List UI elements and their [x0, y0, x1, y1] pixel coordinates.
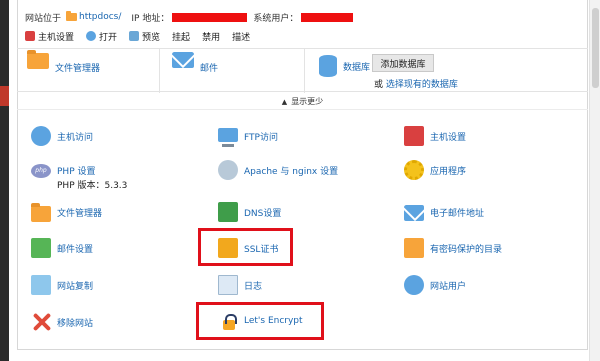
- database-icon: [319, 55, 337, 77]
- item-label: 应用程序: [430, 167, 467, 177]
- website-panel: 网站位于 httpdocs/ IP 地址： 系统用户： 主机设置 打开 预览 挂…: [17, 0, 600, 361]
- php-version: PHP 版本：5.3.3: [57, 181, 128, 191]
- toolbar-item-label: 打开: [99, 32, 118, 43]
- website-copy-icon: [31, 275, 51, 295]
- quick-tiles: 文件管理器 邮件 数据库 添加数据库 或 选择现有的数据库: [17, 48, 588, 93]
- password-protected-folder-icon: [404, 238, 424, 258]
- item-label: Apache 与 nginx 设置: [244, 167, 339, 177]
- show-less-toggle[interactable]: ▲ 显示更少: [17, 94, 588, 110]
- toolbar-item-label: 挂起: [172, 32, 191, 43]
- toolbar-disable[interactable]: 禁用: [202, 30, 220, 43]
- highlight-lets-encrypt: [196, 302, 324, 340]
- toolbar-preview[interactable]: 预览: [129, 30, 160, 43]
- toolbar-item-label: 主机设置: [38, 32, 75, 43]
- item-label: 电子邮件地址: [430, 209, 485, 219]
- item-label: 网站复制: [57, 282, 94, 292]
- email-address-icon: [404, 205, 424, 221]
- sidebar-active-marker: [0, 86, 9, 106]
- folder-icon: [27, 50, 49, 69]
- show-less-label: 显示更少: [291, 97, 324, 106]
- toolbar-item-label: 描述: [232, 32, 251, 43]
- or-text: 或: [374, 80, 384, 90]
- select-existing-database: 或 选择现有的数据库: [374, 77, 458, 90]
- folder-icon: [66, 11, 78, 21]
- item-label: 主机设置: [430, 133, 467, 143]
- system-user-label: 系统用户：: [253, 13, 299, 24]
- tile-mail[interactable]: 邮件: [160, 49, 305, 93]
- hosting-settings-icon: [25, 31, 35, 41]
- mail-icon: [172, 52, 194, 68]
- toolbar-description[interactable]: 描述: [232, 30, 250, 43]
- vertical-scrollbar[interactable]: [589, 0, 600, 361]
- item-label: 移除网站: [57, 319, 94, 329]
- site-location-label: 网站位于: [25, 13, 62, 24]
- item-label: FTP访问: [244, 133, 278, 143]
- site-info-header: 网站位于 httpdocs/ IP 地址： 系统用户：: [25, 10, 359, 24]
- select-existing-database-link[interactable]: 选择现有的数据库: [386, 80, 458, 90]
- toolbar-open[interactable]: 打开: [86, 30, 117, 43]
- ip-redaction: [172, 12, 248, 22]
- mail-settings-icon: [31, 238, 51, 258]
- folder-icon: [31, 203, 51, 222]
- item-label: 邮件设置: [57, 245, 94, 255]
- ip-label: IP 地址：: [131, 13, 170, 24]
- web-users-icon: [404, 275, 424, 295]
- item-label: DNS设置: [244, 209, 282, 219]
- ftp-access-icon: [218, 128, 238, 147]
- php-icon: php: [31, 164, 51, 178]
- caret-up-icon: ▲: [281, 97, 288, 106]
- tile-label: 数据库: [343, 63, 371, 73]
- applications-gear-icon: [404, 160, 424, 180]
- tile-file-manager[interactable]: 文件管理器: [17, 49, 160, 93]
- dns-icon: [218, 202, 238, 222]
- add-database-button[interactable]: 添加数据库: [372, 54, 434, 72]
- item-label: 主机访问: [57, 133, 94, 143]
- hosting-access-icon: [31, 126, 51, 146]
- preview-icon: [129, 31, 140, 41]
- toolbar-item-label: 禁用: [202, 32, 221, 43]
- item-label: 文件管理器: [57, 209, 103, 219]
- system-user-redaction: [301, 12, 354, 22]
- open-globe-icon: [86, 31, 97, 41]
- site-path-link[interactable]: httpdocs/: [79, 12, 121, 22]
- item-label: PHP 设置: [57, 167, 96, 177]
- left-sidebar-strip: [0, 0, 9, 361]
- toolbar-hosting-settings[interactable]: 主机设置: [25, 30, 74, 43]
- logs-icon: [218, 275, 238, 295]
- highlight-ssl-certificate: [198, 228, 293, 266]
- tile-label: 文件管理器: [55, 64, 101, 74]
- hosting-settings-icon: [404, 126, 424, 146]
- item-label: 日志: [244, 282, 263, 292]
- item-label: 有密码保护的目录: [430, 245, 503, 255]
- site-toolbar: 主机设置 打开 预览 挂起 禁用 描述: [25, 29, 262, 43]
- toolbar-item-label: 预览: [142, 32, 161, 43]
- tile-label: 邮件: [200, 64, 219, 74]
- remove-website-icon: [31, 312, 51, 332]
- apache-nginx-icon: [218, 160, 238, 180]
- scrollbar-thumb[interactable]: [592, 8, 599, 88]
- toolbar-suspend[interactable]: 挂起: [172, 30, 190, 43]
- item-label: 网站用户: [430, 282, 467, 292]
